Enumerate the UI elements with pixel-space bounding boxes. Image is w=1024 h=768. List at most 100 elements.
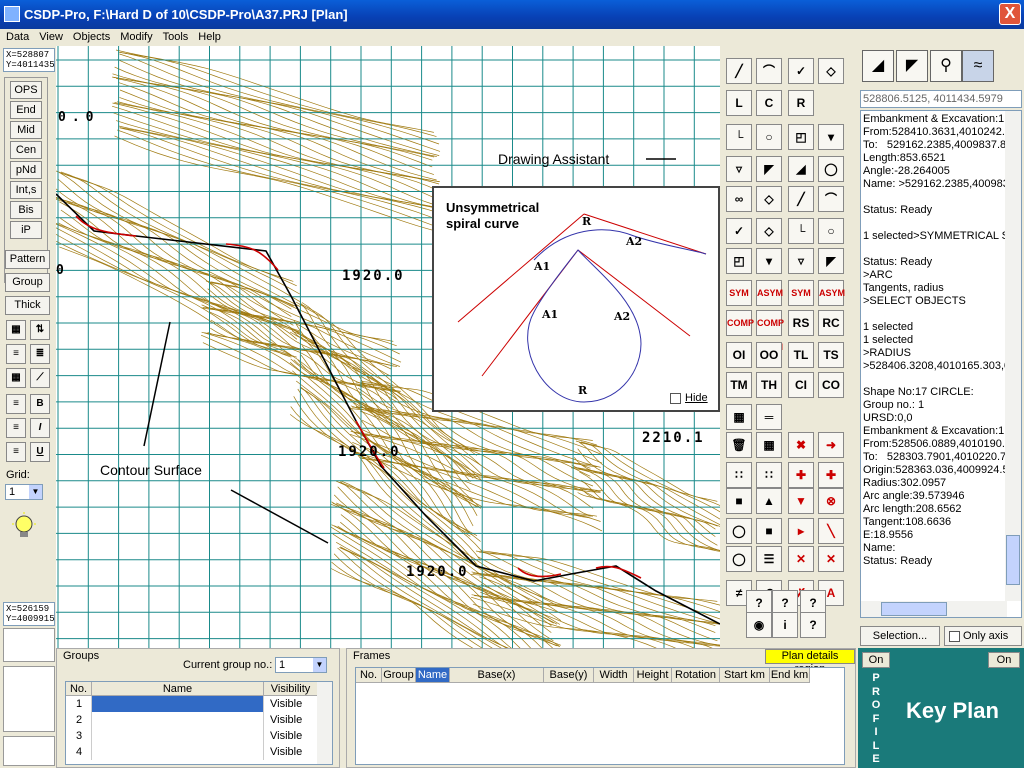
draw-tool-icon[interactable]: ▾ [756,248,782,274]
row-name[interactable] [92,696,264,712]
edit-tool-icon[interactable]: ■ [756,518,782,544]
align-right-icon[interactable]: ≡ [6,442,26,462]
edit-tool-icon[interactable]: ▦ [756,432,782,458]
column-header[interactable]: No. [356,668,382,683]
curve-type-button[interactable]: COMP ASYM [756,310,784,352]
curve-type-button[interactable]: OO [756,342,782,368]
column-header[interactable]: Base(y) [544,668,594,683]
profile-on-button[interactable]: On [862,652,890,668]
column-header[interactable]: End km [770,668,810,683]
edit-mode-icon[interactable]: ◤ [896,50,928,82]
edit-tool-icon[interactable]: ∷ [756,462,782,488]
group-button[interactable]: Group [5,273,50,292]
chevron-down-icon[interactable]: ▼ [313,658,326,672]
draw-tool-icon[interactable]: ⌒ [818,186,844,212]
db-icon[interactable]: ◉ [746,612,772,638]
menu-view[interactable]: View [34,29,68,45]
edit-tool-icon[interactable]: ◯ [726,546,752,572]
align-center-icon[interactable]: ≡ [6,418,26,438]
curve-type-button[interactable]: TM [726,372,752,398]
column-header[interactable]: Width [594,668,634,683]
row-visibility[interactable]: Visible [264,744,318,760]
snap-ip-button[interactable]: iP [10,221,42,239]
edit-tool-icon[interactable]: ✕ [788,546,814,572]
edit-tool-icon[interactable]: ▲ [756,488,782,514]
list-detail-icon[interactable]: ≣ [30,344,50,364]
curve-type-button[interactable]: ASYM [756,280,783,306]
draw-tool-icon[interactable]: ◇ [756,218,782,244]
key-plan-panel[interactable]: On Key Plan [894,648,1024,768]
measure-mode-icon[interactable]: ⚲ [930,50,962,82]
profile-mode-icon[interactable]: ≈ [962,50,994,82]
curve-type-button[interactable]: SYM [726,280,752,306]
draw-tool-icon[interactable]: R [788,90,814,116]
row-visibility[interactable]: Visible [264,728,318,744]
only-axis-checkbox[interactable]: Only axis [944,626,1022,646]
curve-type-button[interactable]: SYM [788,280,814,306]
edit-tool-icon[interactable]: ◯ [726,518,752,544]
draw-tool-icon[interactable]: ◤ [756,156,782,182]
column-header[interactable]: Start km [720,668,770,683]
selection-button[interactable]: Selection... [860,626,940,646]
draw-tool-icon[interactable]: ◯ [818,156,844,182]
draw-tool-icon[interactable]: └ [726,124,752,150]
curve-type-button[interactable]: OI [726,342,752,368]
column-header[interactable]: Visibility [264,682,318,696]
table-row[interactable]: 2 Visible [66,712,318,728]
curve-type-button[interactable]: RS [788,310,814,336]
draw-tool-icon[interactable]: L [726,90,752,116]
edit-tool-icon[interactable]: ✖ [788,432,814,458]
draw-tool-icon[interactable]: ╱ [726,58,752,84]
row-visibility[interactable]: Visible [264,712,318,728]
checkbox-icon[interactable] [949,630,960,642]
curve-type-button[interactable]: CI [788,372,814,398]
row-name[interactable] [92,728,264,744]
table-row[interactable]: 3 Visible [66,728,318,744]
grid-select[interactable]: 1 ▼ [5,484,43,500]
draw-tool-icon[interactable]: ∞ [726,186,752,212]
pattern-button[interactable]: Pattern [5,250,50,269]
draw-tool-icon[interactable]: └ [788,218,814,244]
close-button[interactable]: X [999,3,1021,25]
draw-tool-icon[interactable]: ◢ [788,156,814,182]
snap-pnd-button[interactable]: pNd [10,161,42,179]
scroll-thumb[interactable] [1006,535,1020,585]
table-row[interactable]: 4 Visible [66,744,318,760]
draw-tool-icon[interactable]: ╱ [788,186,814,212]
draw-tool-icon[interactable]: ◤ [818,248,844,274]
column-header[interactable]: Name [92,682,264,696]
row-name[interactable] [92,712,264,728]
hide-checkbox[interactable]: Hide [670,392,708,404]
properties-icon[interactable]: ▦ [6,320,26,340]
curve-type-button[interactable]: COMP SYM [726,310,754,352]
curve-type-button[interactable]: TS [818,342,844,368]
snap-cen-button[interactable]: Cen [10,141,42,159]
column-header[interactable]: Rotation [672,668,720,683]
checkbox-icon[interactable] [670,392,681,404]
key-plan-on-button[interactable]: On [988,652,1020,668]
draw-tool-icon[interactable]: ◇ [818,58,844,84]
edit-tool-icon[interactable]: ☰ [756,546,782,572]
draw-tool-icon[interactable]: ○ [818,218,844,244]
plan-region-badge[interactable]: Plan details region [765,649,855,675]
draw-tool-icon[interactable]: ○ [756,124,782,150]
curve-type-button[interactable]: TH [756,372,782,398]
draw-tool-icon[interactable]: ✓ [788,58,814,84]
line-tool-icon[interactable]: ⟋ [30,368,50,388]
edit-tool-icon[interactable]: ⊗ [818,488,844,514]
column-header[interactable]: No. [66,682,92,696]
coordinate-field[interactable]: 528806.5125, 4011434.5979 [860,90,1022,108]
menu-tools[interactable]: Tools [158,29,194,45]
snap-int-button[interactable]: Int,s [10,181,42,199]
curve-type-button[interactable]: ASYM [818,280,845,306]
log-vscrollbar[interactable] [1005,111,1021,601]
edit-tool-icon[interactable]: ➜ [818,432,844,458]
table-icon[interactable]: ▦ [6,368,26,388]
column-header[interactable]: Group [382,668,416,683]
draw-tool-icon[interactable]: C [756,90,782,116]
row-name[interactable] [92,744,264,760]
sort-az-icon[interactable]: ⇅ [30,320,50,340]
edit-tool-icon[interactable]: ✚ [818,462,844,488]
hscroll-thumb[interactable] [881,602,947,616]
thick-button[interactable]: Thick [5,296,50,315]
